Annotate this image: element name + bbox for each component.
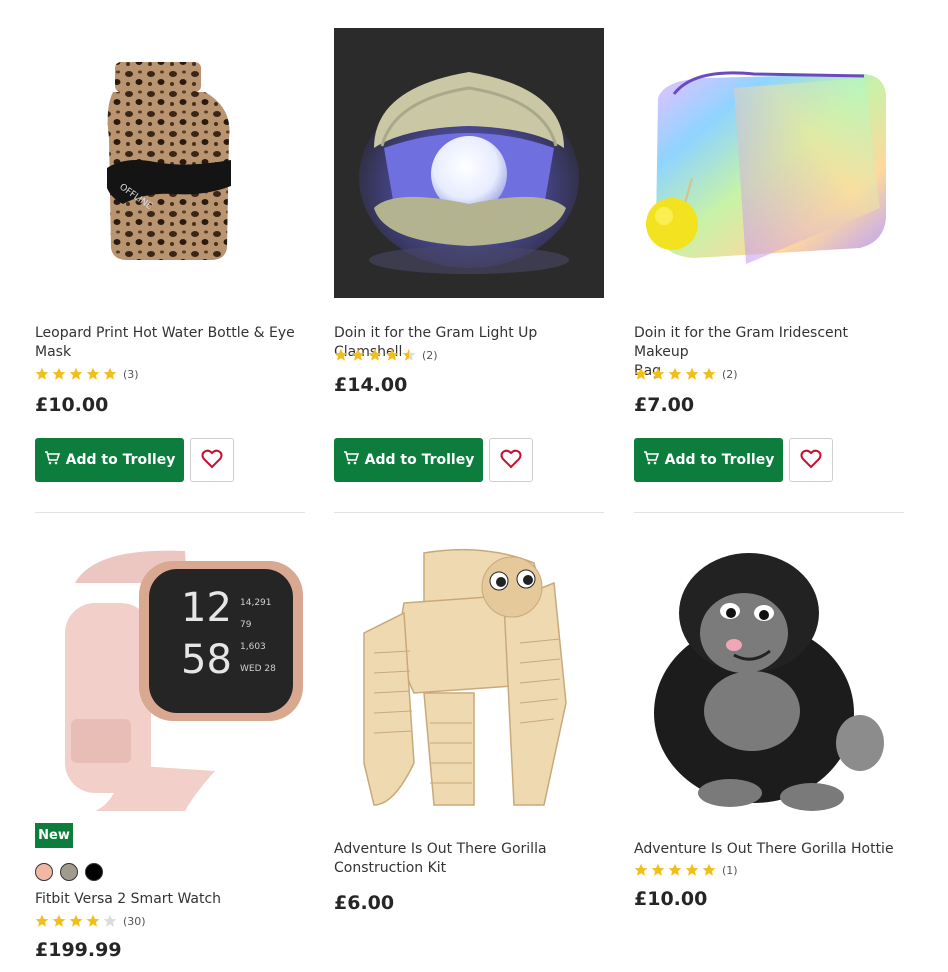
color-swatches (35, 863, 103, 881)
star-icon (52, 367, 66, 381)
star-icon (334, 348, 348, 362)
swatch-black[interactable] (85, 863, 103, 881)
star-icon (402, 348, 416, 362)
review-count[interactable]: (3) (123, 368, 139, 381)
swatch-pink[interactable] (35, 863, 53, 881)
watch-minute: 58 (181, 637, 232, 683)
add-to-trolley-button[interactable]: Add to Trolley (634, 438, 783, 482)
rating-stars: (1) (634, 863, 738, 877)
star-icon (103, 367, 117, 381)
product-image[interactable]: OFFLINE (35, 28, 305, 298)
star-icon (634, 367, 648, 381)
product-image[interactable] (634, 28, 904, 298)
product-title[interactable]: Adventure Is Out There Gorilla Hottie (634, 840, 904, 859)
product-card: Doin it for the Gram Light Up Clamshell … (334, 28, 604, 513)
product-card: Doin it for the Gram Iridescent Makeup Ba… (634, 28, 904, 513)
star-icon (385, 348, 399, 362)
svg-text:WED 28: WED 28 (240, 664, 276, 674)
swatch-grey[interactable] (60, 863, 78, 881)
star-icon (702, 367, 716, 381)
product-title[interactable]: Fitbit Versa 2 Smart Watch (35, 890, 305, 909)
star-icon (69, 367, 83, 381)
rating-stars: (2) (334, 348, 438, 362)
star-icon (52, 914, 66, 928)
product-image[interactable]: 12 58 14,291 79 1,603 WED 28 (35, 543, 305, 813)
add-to-trolley-button[interactable]: Add to Trolley (334, 438, 483, 482)
review-count[interactable]: (2) (422, 349, 438, 362)
product-title[interactable]: Leopard Print Hot Water Bottle & Eye Mask (35, 324, 305, 362)
product-price: £199.99 (35, 939, 122, 961)
product-card: OFFLINE Leopard Print Hot Water Bottle &… (35, 28, 305, 513)
star-icon (668, 367, 682, 381)
star-icon (103, 914, 117, 928)
product-price: £14.00 (334, 374, 408, 396)
wishlist-button[interactable] (489, 438, 533, 482)
star-icon (351, 348, 365, 362)
heart-icon (500, 449, 522, 472)
review-count[interactable]: (1) (722, 864, 738, 877)
product-price: £7.00 (634, 394, 695, 416)
star-icon (685, 863, 699, 877)
divider (334, 512, 604, 513)
star-icon (86, 367, 100, 381)
product-card: Adventure Is Out There Gorilla Hottie (1… (634, 543, 904, 910)
product-price: £6.00 (334, 892, 395, 914)
new-badge: New (35, 823, 73, 848)
review-count[interactable]: (2) (722, 368, 738, 381)
star-icon (634, 863, 648, 877)
svg-text:14,291: 14,291 (240, 598, 272, 608)
wishlist-button[interactable] (789, 438, 833, 482)
product-image[interactable] (634, 543, 904, 813)
trolley-icon (643, 451, 659, 469)
product-card: Adventure Is Out There Gorilla Constructi… (334, 543, 604, 914)
star-icon (668, 863, 682, 877)
star-icon (35, 367, 49, 381)
wishlist-button[interactable] (190, 438, 234, 482)
rating-stars: (2) (634, 367, 738, 381)
trolley-icon (343, 451, 359, 469)
watch-hour: 12 (181, 585, 232, 631)
star-icon (651, 367, 665, 381)
star-icon (368, 348, 382, 362)
product-image[interactable] (334, 543, 604, 813)
product-price: £10.00 (634, 888, 708, 910)
rating-stars: (3) (35, 367, 139, 381)
star-icon (651, 863, 665, 877)
svg-text:79: 79 (240, 620, 252, 630)
divider (35, 512, 305, 513)
star-icon (86, 914, 100, 928)
product-price: £10.00 (35, 394, 109, 416)
heart-icon (201, 449, 223, 472)
trolley-icon (44, 451, 60, 469)
rating-stars: (30) (35, 914, 146, 928)
review-count[interactable]: (30) (123, 915, 146, 928)
product-image[interactable] (334, 28, 604, 298)
heart-icon (800, 449, 822, 472)
star-icon (35, 914, 49, 928)
svg-text:1,603: 1,603 (240, 642, 266, 652)
product-title[interactable]: Adventure Is Out There Gorilla Constructi… (334, 840, 604, 878)
star-icon (702, 863, 716, 877)
star-icon (685, 367, 699, 381)
star-icon (69, 914, 83, 928)
add-to-trolley-button[interactable]: Add to Trolley (35, 438, 184, 482)
product-card: 12 58 14,291 79 1,603 WED 28 New Fitbit … (35, 543, 305, 961)
divider (634, 512, 904, 513)
